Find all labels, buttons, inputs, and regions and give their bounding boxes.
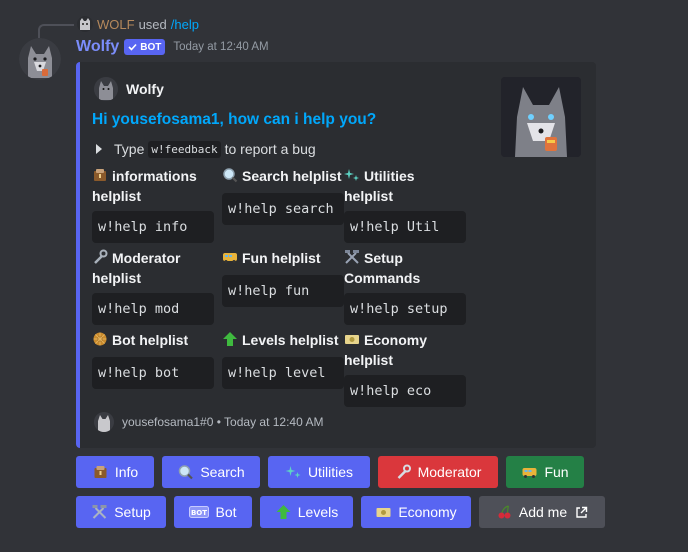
field-search: Search helplist w!help search: [222, 167, 344, 226]
embed-footer: yousefosama1#0 • Today at 12:40 AM: [94, 412, 323, 432]
info-button[interactable]: Info: [76, 456, 154, 488]
bus-icon: [521, 464, 538, 480]
field-value-code: w!help setup: [344, 293, 466, 326]
field-utilities: Utilities helplist w!help Util: [344, 167, 466, 244]
cherries-icon: [496, 504, 513, 520]
fun-button-label: Fun: [544, 464, 569, 480]
gear-wheel-icon: [92, 331, 109, 351]
checkmark-icon: [128, 43, 137, 51]
desc-suffix: to report a bug: [224, 141, 316, 157]
setup-button[interactable]: Setup: [76, 496, 166, 528]
fun-button[interactable]: Fun: [506, 456, 584, 488]
book-icon: [92, 167, 109, 187]
add-me-link-button[interactable]: Add me: [479, 496, 605, 528]
help-embed: Wolfy Hi yousefosama1, how can i help yo…: [76, 62, 596, 448]
field-value-code: w!help fun: [222, 275, 344, 308]
svg-text:BOT: BOT: [191, 509, 207, 517]
desc-prefix: Type: [114, 141, 145, 157]
money-icon: [375, 504, 392, 520]
field-economy: Economy helplist w!help eco: [344, 331, 466, 408]
field-name: Search helplist: [222, 167, 344, 187]
reply-used-text: used: [138, 16, 167, 32]
embed-author-avatar: [94, 77, 118, 101]
add-me-button-label: Add me: [518, 504, 568, 520]
desc-inline-code: w!feedback: [148, 140, 221, 158]
field-name: Economy helplist: [344, 331, 428, 369]
field-name: Moderator helplist: [92, 249, 181, 287]
field-value-code: w!help level: [222, 357, 344, 390]
field-value-code: w!help search: [222, 193, 344, 226]
field-fun: Fun helplist w!help fun: [222, 249, 344, 308]
setup-button-label: Setup: [114, 504, 151, 520]
message-timestamp[interactable]: Today at 12:40 AM: [173, 41, 268, 53]
levels-button-label: Levels: [297, 504, 339, 520]
reply-connector: [38, 24, 74, 38]
embed-author: Wolfy: [94, 77, 164, 101]
arrow-right-icon: [96, 144, 102, 154]
wrench-icon: [92, 249, 109, 269]
book-icon: [92, 464, 109, 480]
field-name: Setup Commands: [344, 249, 421, 287]
up-arrow-icon: [222, 331, 239, 351]
magnifier-icon: [177, 464, 194, 480]
up-arrow-icon: [275, 504, 292, 520]
embed-thumbnail[interactable]: [501, 77, 581, 157]
field-value-code: w!help Util: [344, 211, 466, 244]
hammer-pick-icon: [91, 504, 108, 520]
field-moderator: Moderator helplist w!help mod: [92, 249, 214, 326]
moderator-button-label: Moderator: [417, 464, 482, 480]
field-value-code: w!help eco: [344, 375, 466, 408]
field-value-code: w!help info: [92, 211, 214, 244]
reply-user-avatar[interactable]: [77, 16, 93, 32]
money-icon: [344, 331, 361, 351]
bot-tag-label: BOT: [140, 41, 162, 53]
info-button-label: Info: [114, 464, 139, 480]
field-informations: informations helplist w!help info: [92, 167, 214, 244]
bot-username[interactable]: Wolfy: [76, 38, 119, 56]
embed-title: Hi yousefosama1, how can i help you?: [92, 111, 377, 128]
reply-username[interactable]: WOLF: [97, 17, 135, 32]
reply-context[interactable]: WOLF used /help: [77, 15, 199, 33]
search-button[interactable]: Search: [162, 456, 260, 488]
bot-button-label: Bot: [215, 504, 237, 520]
bot-icon: BOT: [189, 506, 210, 518]
field-setup: Setup Commands w!help setup: [344, 249, 466, 326]
wrench-icon: [395, 464, 412, 480]
field-name: Bot helplist: [92, 331, 214, 351]
field-value-code: w!help bot: [92, 357, 214, 390]
utilities-button[interactable]: Utilities: [268, 456, 370, 488]
sparkles-icon: [344, 167, 361, 187]
bus-icon: [222, 249, 239, 269]
moderator-button[interactable]: Moderator: [378, 456, 498, 488]
external-link-icon: [575, 506, 588, 519]
field-name: Fun helplist: [222, 249, 344, 269]
footer-text: yousefosama1#0 • Today at 12:40 AM: [122, 415, 324, 429]
reply-command[interactable]: /help: [171, 17, 199, 32]
bot-button[interactable]: BOT Bot: [174, 496, 252, 528]
field-name: Levels helplist: [222, 331, 344, 351]
field-name: informations helplist: [92, 167, 197, 205]
embed-author-name: Wolfy: [126, 81, 164, 97]
sparkles-icon: [285, 464, 302, 480]
bot-avatar[interactable]: [19, 38, 61, 80]
search-button-label: Search: [200, 464, 245, 480]
field-levels: Levels helplist w!help level: [222, 331, 344, 390]
embed-description: Type w!feedback to report a bug: [92, 139, 316, 159]
economy-button-label: Economy: [398, 504, 457, 520]
bot-tag: BOT: [124, 39, 166, 55]
field-value-code: w!help mod: [92, 293, 214, 326]
hammer-pick-icon: [344, 249, 361, 269]
footer-avatar: [94, 412, 114, 432]
field-bot: Bot helplist w!help bot: [92, 331, 214, 390]
field-name: Utilities helplist: [344, 167, 415, 205]
economy-button[interactable]: Economy: [361, 496, 471, 528]
magnifier-icon: [222, 167, 239, 187]
message-header: Wolfy BOT Today at 12:40 AM: [76, 37, 269, 57]
levels-button[interactable]: Levels: [260, 496, 353, 528]
utilities-button-label: Utilities: [307, 464, 354, 480]
